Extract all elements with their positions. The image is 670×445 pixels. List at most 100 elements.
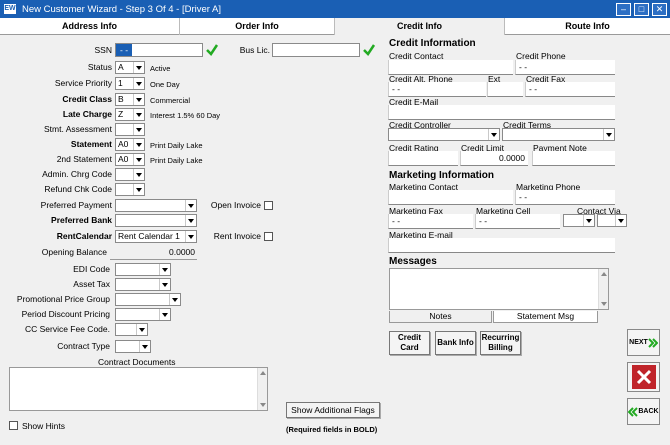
promo-price-group-select[interactable] <box>115 293 181 306</box>
marketing-email-input[interactable] <box>388 238 615 253</box>
checkmark-icon <box>206 44 219 56</box>
credit-fax-input[interactable]: - - <box>525 82 615 97</box>
credit-class-label: Credit Class <box>62 94 112 104</box>
double-chevron-right-icon <box>648 337 658 348</box>
credit-rating-input[interactable] <box>388 151 458 166</box>
marketing-phone-input[interactable]: - - <box>515 190 615 205</box>
second-statement-label: 2nd Statement <box>56 154 112 164</box>
tab-route-info[interactable]: Route Info <box>505 18 670 35</box>
messages-textarea[interactable] <box>389 268 609 310</box>
scroll-up-icon <box>260 371 266 375</box>
marketing-cell-input[interactable]: - - <box>475 214 560 229</box>
service-priority-select[interactable]: 1 <box>115 77 145 90</box>
title-bar: EW New Customer Wizard - Step 3 Of 4 - [… <box>0 0 670 18</box>
recurring-billing-button[interactable]: Recurring Billing <box>480 331 521 355</box>
payment-note-input[interactable] <box>532 151 615 166</box>
edi-code-label: EDI Code <box>73 264 110 274</box>
chevron-down-icon <box>133 109 144 120</box>
chevron-down-icon <box>133 154 144 165</box>
next-button[interactable]: NEXT <box>627 329 660 356</box>
credit-controller-select[interactable] <box>388 128 500 141</box>
ssn-input[interactable]: - - <box>115 43 203 57</box>
contract-type-select[interactable] <box>115 340 151 353</box>
close-icon[interactable]: ✕ <box>652 2 667 16</box>
chevron-down-icon <box>133 62 144 73</box>
late-charge-desc: Interest 1.5% 60 Day <box>150 111 221 120</box>
service-priority-label: Service Priority <box>54 78 112 88</box>
contact-via-select-2[interactable] <box>597 214 627 227</box>
chevron-down-icon <box>185 200 196 211</box>
bus-lic-input[interactable] <box>272 43 360 57</box>
tab-address-info[interactable]: Address Info <box>0 18 180 35</box>
refund-chk-select[interactable] <box>115 183 145 196</box>
open-invoice-checkbox[interactable] <box>264 201 273 210</box>
preferred-bank-select[interactable] <box>115 214 197 227</box>
statement-desc: Print Daily Lake <box>150 141 203 150</box>
contract-type-label: Contract Type <box>57 341 110 351</box>
admin-chrg-label: Admin. Chrg Code <box>42 169 112 179</box>
status-label: Status <box>87 62 112 72</box>
rent-calendar-select[interactable]: Rent Calendar 1 <box>115 230 197 243</box>
chevron-down-icon <box>169 294 180 305</box>
maximize-icon[interactable]: □ <box>634 2 649 16</box>
preferred-payment-select[interactable] <box>115 199 197 212</box>
show-additional-flags-button[interactable]: Show Additional Flags <box>286 402 380 418</box>
late-charge-label: Late Charge <box>62 109 112 119</box>
late-charge-select[interactable]: Z <box>115 108 145 121</box>
bus-lic-label: Bus Lic. <box>239 45 270 55</box>
rent-invoice-label: Rent Invoice <box>213 231 261 241</box>
minimize-icon[interactable]: – <box>616 2 631 16</box>
credit-class-select[interactable]: B <box>115 93 145 106</box>
marketing-contact-input[interactable] <box>388 190 513 205</box>
bank-info-button[interactable]: Bank Info <box>435 331 476 355</box>
stmt-assessment-select[interactable] <box>115 123 145 136</box>
rent-invoice-checkbox[interactable] <box>264 232 273 241</box>
opening-balance-label: Opening Balance <box>41 247 107 257</box>
credit-contact-input[interactable] <box>388 60 513 75</box>
status-desc: Active <box>150 64 171 73</box>
contract-documents-textarea[interactable] <box>9 367 268 411</box>
opening-balance-value[interactable]: 0.0000 <box>110 246 197 260</box>
cc-service-fee-select[interactable] <box>115 323 148 336</box>
tab-statement-msg[interactable]: Statement Msg <box>493 311 598 323</box>
credit-email-input[interactable] <box>388 105 615 120</box>
checkmark-icon <box>363 44 376 56</box>
chevron-down-icon <box>159 279 170 290</box>
chevron-down-icon <box>133 169 144 180</box>
tab-order-info[interactable]: Order Info <box>180 18 335 35</box>
statement-select[interactable]: A0 <box>115 138 145 151</box>
scrollbar[interactable] <box>257 368 267 410</box>
chevron-down-icon <box>133 78 144 89</box>
ext-input[interactable] <box>487 82 523 97</box>
required-fields-note: (Required fields in BOLD) <box>286 425 378 434</box>
credit-card-button[interactable]: Credit Card <box>389 331 430 355</box>
marketing-info-title: Marketing Information <box>389 170 495 181</box>
statement-label: Statement <box>70 139 112 149</box>
show-hints-checkbox[interactable] <box>9 421 18 430</box>
second-statement-select[interactable]: A0 <box>115 153 145 166</box>
credit-phone-input[interactable]: - - <box>515 60 615 75</box>
chevron-down-icon <box>133 124 144 135</box>
chevron-down-icon <box>185 215 196 226</box>
chevron-down-icon <box>159 264 170 275</box>
credit-limit-input[interactable]: 0.0000 <box>460 151 528 166</box>
scrollbar[interactable] <box>598 269 608 309</box>
edi-code-select[interactable] <box>115 263 171 276</box>
tab-notes[interactable]: Notes <box>389 311 492 323</box>
close-x-icon <box>631 365 656 389</box>
status-select[interactable]: A <box>115 61 145 74</box>
credit-terms-select[interactable] <box>502 128 615 141</box>
credit-alt-phone-input[interactable]: - - <box>388 82 486 97</box>
cancel-button[interactable] <box>627 362 660 392</box>
marketing-fax-input[interactable]: - - <box>388 214 473 229</box>
chevron-down-icon <box>185 231 196 242</box>
tab-credit-info[interactable]: Credit Info <box>335 18 505 35</box>
admin-chrg-select[interactable] <box>115 168 145 181</box>
credit-class-desc: Commercial <box>150 96 191 105</box>
double-chevron-left-icon <box>628 406 639 417</box>
asset-tax-select[interactable] <box>115 278 171 291</box>
preferred-bank-label: Preferred Bank <box>51 215 112 225</box>
back-button[interactable]: BACK <box>627 398 660 425</box>
period-discount-select[interactable] <box>115 308 171 321</box>
contact-via-select-1[interactable] <box>563 214 595 227</box>
